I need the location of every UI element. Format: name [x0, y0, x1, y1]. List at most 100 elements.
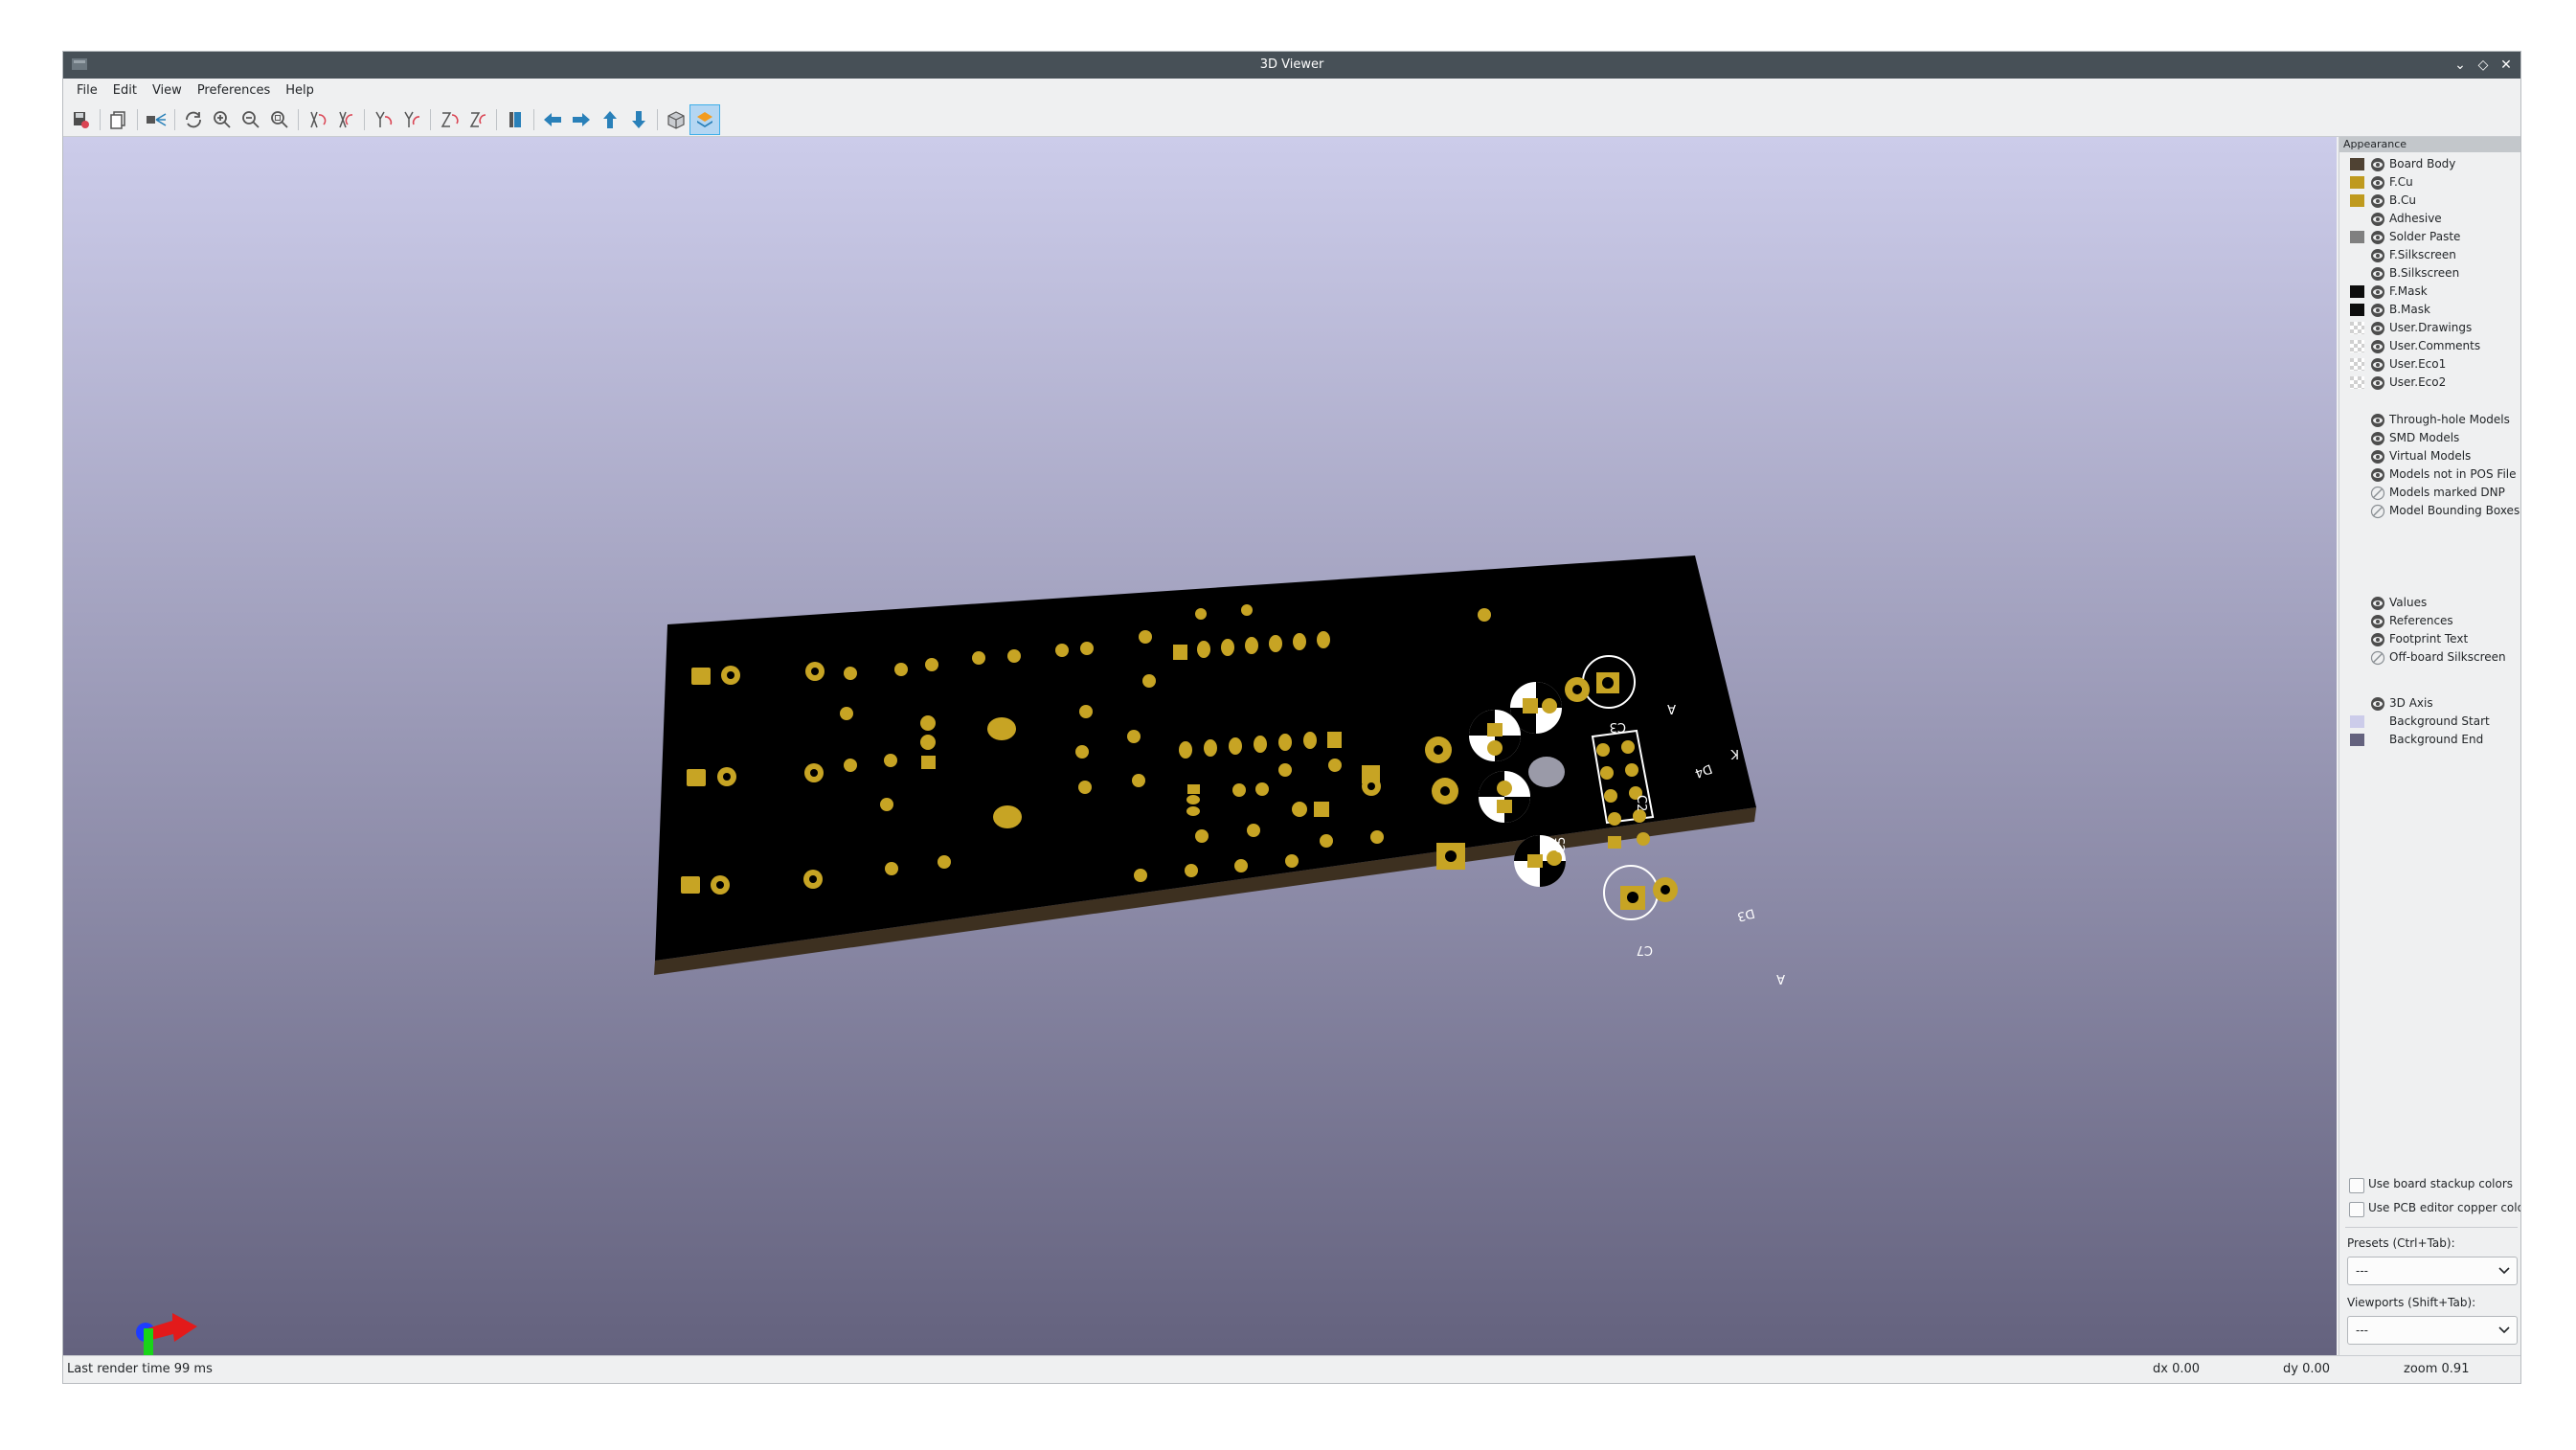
zoom-fit-icon[interactable]: [265, 105, 294, 134]
rotate-z-cw-icon[interactable]: [435, 105, 463, 134]
color-swatch[interactable]: [2350, 194, 2364, 207]
layer-row-through-hole-models[interactable]: Through-hole Models: [2339, 411, 2520, 429]
layer-row-off-board-silkscreen[interactable]: Off-board Silkscreen: [2339, 648, 2520, 667]
dx-status: dx 0.00: [2153, 1362, 2201, 1376]
color-swatch[interactable]: [2350, 304, 2364, 316]
color-swatch[interactable]: [2350, 176, 2364, 189]
maximize-icon[interactable]: ◇: [2473, 52, 2494, 79]
color-swatch[interactable]: [2350, 231, 2364, 243]
layer-label: Virtual Models: [2389, 449, 2472, 463]
visibility-eye-icon[interactable]: [2370, 467, 2385, 483]
color-swatch[interactable]: [2350, 734, 2364, 746]
close-icon[interactable]: ✕: [2496, 52, 2517, 79]
color-swatch[interactable]: [2350, 322, 2364, 334]
layer-row-values[interactable]: Values: [2339, 594, 2520, 612]
color-swatch[interactable]: [2350, 158, 2364, 170]
visibility-eye-icon[interactable]: [2370, 614, 2385, 629]
menu-file[interactable]: File: [69, 79, 105, 103]
reload-icon[interactable]: [179, 105, 208, 134]
layer-row-f-silkscreen[interactable]: F.Silkscreen: [2339, 246, 2520, 264]
visibility-eye-icon[interactable]: [2370, 212, 2385, 227]
layer-label: User.Eco2: [2389, 375, 2447, 389]
visibility-eye-icon[interactable]: [2370, 449, 2385, 464]
minimize-icon[interactable]: ⌄: [2450, 52, 2471, 79]
rotate-y-cw-icon[interactable]: [369, 105, 397, 134]
layer-label: Values: [2389, 596, 2428, 609]
visibility-eye-icon[interactable]: [2370, 321, 2385, 336]
layer-row-models-not-in-pos-file[interactable]: Models not in POS File: [2339, 465, 2520, 484]
layer-row-f-mask[interactable]: F.Mask: [2339, 283, 2520, 301]
visibility-eye-icon[interactable]: [2370, 696, 2385, 712]
copy-icon[interactable]: [104, 105, 133, 134]
zoom-out-icon[interactable]: [237, 105, 265, 134]
layer-row-f-cu[interactable]: F.Cu: [2339, 173, 2520, 192]
use-stackup-checkbox[interactable]: [2349, 1178, 2364, 1193]
visibility-eye-icon[interactable]: [2370, 303, 2385, 318]
layer-row-user-comments[interactable]: User.Comments: [2339, 337, 2520, 355]
visibility-eye-icon[interactable]: [2370, 193, 2385, 209]
layer-row-solder-paste[interactable]: Solder Paste: [2339, 228, 2520, 246]
visibility-off-icon[interactable]: [2370, 486, 2385, 501]
menu-preferences[interactable]: Preferences: [190, 79, 278, 103]
menu-help[interactable]: Help: [278, 79, 322, 103]
visibility-eye-icon[interactable]: [2370, 157, 2385, 172]
flip-board-icon[interactable]: [501, 105, 530, 134]
layer-row-smd-models[interactable]: SMD Models: [2339, 429, 2520, 447]
pan-left-icon[interactable]: [538, 105, 567, 134]
layer-row-virtual-models[interactable]: Virtual Models: [2339, 447, 2520, 465]
color-swatch[interactable]: [2350, 376, 2364, 389]
visibility-eye-icon[interactable]: [2370, 357, 2385, 373]
viewports-select[interactable]: ---: [2347, 1316, 2518, 1345]
rotate-y-ccw-icon[interactable]: [397, 105, 426, 134]
visibility-eye-icon[interactable]: [2370, 375, 2385, 391]
visibility-eye-icon[interactable]: [2370, 632, 2385, 647]
visibility-off-icon[interactable]: [2370, 504, 2385, 519]
layer-row-footprint-text[interactable]: Footprint Text: [2339, 630, 2520, 648]
save-image-icon[interactable]: [67, 105, 96, 134]
rotate-x-cw-icon[interactable]: [303, 105, 331, 134]
zoom-in-icon[interactable]: [208, 105, 237, 134]
visibility-eye-icon[interactable]: [2370, 413, 2385, 428]
layer-row-3d-axis[interactable]: 3D Axis: [2339, 694, 2520, 713]
layer-row-b-silkscreen[interactable]: B.Silkscreen: [2339, 264, 2520, 283]
layer-row-user-eco2[interactable]: User.Eco2: [2339, 374, 2520, 392]
layer-row-adhesive[interactable]: Adhesive: [2339, 210, 2520, 228]
visibility-eye-icon[interactable]: [2370, 339, 2385, 354]
layer-row-b-cu[interactable]: B.Cu: [2339, 192, 2520, 210]
layers-icon[interactable]: [689, 104, 720, 135]
menu-view[interactable]: View: [145, 79, 190, 103]
menu-edit[interactable]: Edit: [105, 79, 145, 103]
visibility-eye-icon[interactable]: [2370, 431, 2385, 446]
visibility-eye-icon[interactable]: [2370, 230, 2385, 245]
color-swatch[interactable]: [2350, 340, 2364, 352]
3d-viewport[interactable]: C3 C2 C5 C7 D4 D3 A K A: [63, 137, 2337, 1355]
layer-row-background-start[interactable]: Background Start: [2339, 713, 2520, 731]
layer-row-model-bounding-boxes[interactable]: Model Bounding Boxes: [2339, 502, 2520, 520]
visibility-eye-icon[interactable]: [2370, 266, 2385, 282]
visibility-eye-icon[interactable]: [2370, 248, 2385, 263]
use-pcb-copper-checkbox[interactable]: [2349, 1202, 2364, 1217]
presets-select[interactable]: ---: [2347, 1257, 2518, 1285]
pan-right-icon[interactable]: [567, 105, 596, 134]
layer-row-models-marked-dnp[interactable]: Models marked DNP: [2339, 484, 2520, 502]
color-swatch[interactable]: [2350, 285, 2364, 298]
visibility-eye-icon[interactable]: [2370, 175, 2385, 191]
rotate-x-ccw-icon[interactable]: [331, 105, 360, 134]
rotate-z-ccw-icon[interactable]: [463, 105, 492, 134]
visibility-off-icon[interactable]: [2370, 650, 2385, 666]
layer-row-b-mask[interactable]: B.Mask: [2339, 301, 2520, 319]
toolbar: [63, 103, 2520, 137]
layer-row-user-eco1[interactable]: User.Eco1: [2339, 355, 2520, 374]
layer-row-user-drawings[interactable]: User.Drawings: [2339, 319, 2520, 337]
visibility-eye-icon[interactable]: [2370, 596, 2385, 611]
visibility-eye-icon[interactable]: [2370, 284, 2385, 300]
raytrace-icon[interactable]: [142, 105, 170, 134]
layer-row-references[interactable]: References: [2339, 612, 2520, 630]
ortho-icon[interactable]: [662, 105, 690, 134]
layer-row-background-end[interactable]: Background End: [2339, 731, 2520, 749]
pan-down-icon[interactable]: [624, 105, 653, 134]
color-swatch[interactable]: [2350, 358, 2364, 371]
color-swatch[interactable]: [2350, 715, 2364, 728]
pan-up-icon[interactable]: [596, 105, 624, 134]
layer-row-board-body[interactable]: Board Body: [2339, 155, 2520, 173]
